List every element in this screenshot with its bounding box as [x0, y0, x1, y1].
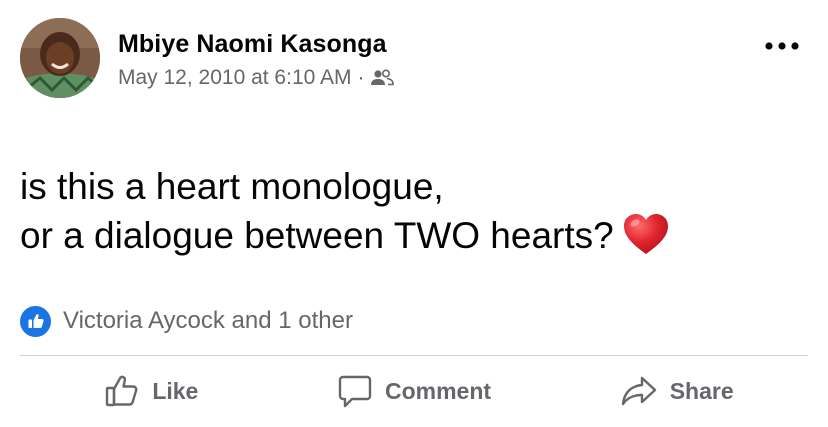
comment-icon: [338, 375, 372, 408]
post-card: Mbiye Naomi Kasonga May 12, 2010 at 6:10…: [0, 0, 828, 427]
action-bar: Like Comment Share: [20, 360, 808, 422]
post-text-line-2-text: or a dialogue between TWO hearts?: [20, 215, 614, 256]
red-heart-icon: [622, 212, 670, 256]
share-icon: [621, 376, 656, 406]
friends-icon[interactable]: [370, 69, 395, 87]
meta-separator: ·: [357, 66, 365, 89]
comment-button[interactable]: Comment: [283, 360, 546, 422]
post-meta: May 12, 2010 at 6:10 AM ·: [118, 66, 395, 90]
share-button[interactable]: Share: [545, 360, 808, 422]
like-button[interactable]: Like: [20, 360, 283, 422]
reactions-text: Victoria Aycock and 1 other: [63, 307, 353, 334]
thumbs-up-icon: [106, 375, 138, 407]
more-icon: [765, 42, 799, 50]
like-label: Like: [152, 377, 199, 404]
like-icon: [20, 305, 51, 337]
post-timestamp[interactable]: May 12, 2010 at 6:10 AM: [118, 66, 351, 90]
comment-label: Comment: [384, 377, 492, 404]
divider: [20, 355, 808, 356]
post-text: is this a heart monologue, or a dialogue…: [20, 162, 670, 260]
avatar[interactable]: [20, 18, 100, 98]
post-header: Mbiye Naomi Kasonga May 12, 2010 at 6:10…: [20, 18, 810, 100]
reactions-summary[interactable]: Victoria Aycock and 1 other: [20, 304, 353, 338]
post-text-line-2: or a dialogue between TWO hearts?: [20, 211, 670, 260]
share-label: Share: [669, 377, 734, 404]
post-text-line-1: is this a heart monologue,: [20, 166, 444, 207]
author-name[interactable]: Mbiye Naomi Kasonga: [118, 30, 387, 59]
avatar-image: [20, 18, 100, 98]
more-options-button[interactable]: [762, 34, 802, 58]
